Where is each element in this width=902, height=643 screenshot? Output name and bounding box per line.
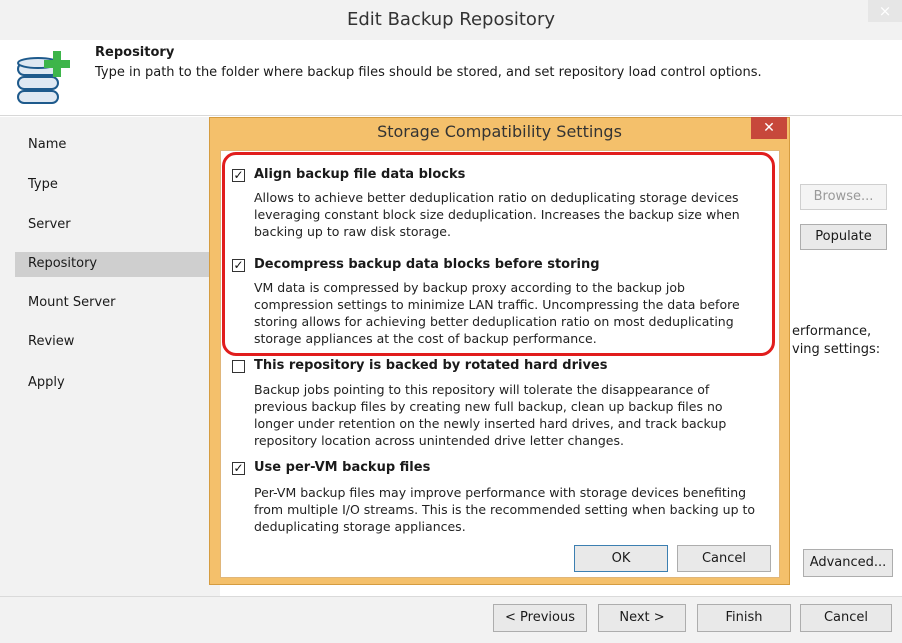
sidebar-item-server[interactable]: Server [28, 215, 208, 235]
window-close-button[interactable]: × [868, 0, 902, 22]
dialog-ok-button[interactable]: OK [574, 545, 668, 572]
rotated-drives-label[interactable]: This repository is backed by rotated har… [254, 358, 607, 373]
sidebar-item-mount-server[interactable]: Mount Server [28, 293, 208, 313]
finish-button[interactable]: Finish [697, 604, 791, 632]
populate-button[interactable]: Populate [800, 224, 887, 250]
browse-button[interactable]: Browse... [800, 184, 887, 210]
header-description: Type in path to the folder where backup … [95, 65, 762, 80]
annotation-highlight-box [222, 152, 775, 356]
header-title: Repository [95, 45, 175, 60]
sidebar-item-repository[interactable]: Repository [28, 254, 208, 274]
sidebar-item-apply[interactable]: Apply [28, 373, 208, 393]
dialog-title: Storage Compatibility Settings [377, 122, 622, 141]
next-button[interactable]: Next > [598, 604, 686, 632]
cancel-button[interactable]: Cancel [800, 604, 892, 632]
background-text-fragment: ving settings: [792, 342, 881, 357]
sidebar-item-name[interactable]: Name [28, 135, 208, 155]
per-vm-files-label[interactable]: Use per-VM backup files [254, 460, 430, 475]
window-title: Edit Backup Repository [347, 9, 555, 30]
dialog-cancel-button[interactable]: Cancel [677, 545, 771, 572]
per-vm-files-description-line: deduplicating storage appliances. [254, 519, 466, 534]
advanced-button[interactable]: Advanced... [803, 549, 893, 577]
rotated-drives-description-line: longer under retention on the newly inse… [254, 416, 727, 431]
previous-button[interactable]: < Previous [493, 604, 587, 632]
per-vm-files-description-line: from multiple I/O streams. This is the r… [254, 502, 756, 517]
per-vm-files-description-line: Per-VM backup files may improve performa… [254, 485, 747, 500]
rotated-drives-checkbox[interactable] [232, 360, 245, 373]
dialog-close-button[interactable]: ✕ [751, 117, 787, 139]
rotated-drives-description-line: Backup jobs pointing to this repository … [254, 382, 710, 397]
sidebar-item-type[interactable]: Type [28, 175, 208, 195]
per-vm-files-checkbox[interactable]: ✓ [232, 462, 245, 475]
rotated-drives-description-line: previous backup files by creating new fu… [254, 399, 723, 414]
sidebar-item-review[interactable]: Review [28, 332, 208, 352]
rotated-drives-description-line: repository location across unintended dr… [254, 433, 624, 448]
background-text-fragment: erformance, [792, 324, 872, 339]
database-add-icon [16, 49, 76, 107]
